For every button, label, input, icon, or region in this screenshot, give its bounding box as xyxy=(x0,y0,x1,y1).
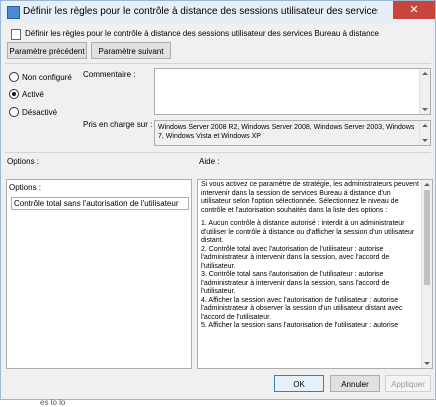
help-title: Aide : xyxy=(199,157,220,166)
radio-label-enabled: Activé xyxy=(22,90,44,99)
radio-enabled[interactable]: Activé xyxy=(9,89,44,99)
scroll-down-icon[interactable] xyxy=(424,362,430,365)
cancel-button[interactable]: Annuler xyxy=(330,375,380,392)
background-window-text: es lo lo xyxy=(40,398,66,407)
radio-button-icon[interactable] xyxy=(9,72,19,82)
radio-label-not-configured: Non configuré xyxy=(22,73,72,82)
options-panel: Options : Contrôle total sans l'autorisa… xyxy=(6,179,192,369)
ok-button[interactable]: OK xyxy=(274,375,324,392)
title-bar[interactable]: Définir les règles pour le contrôle à di… xyxy=(1,1,435,23)
supported-on-label: Pris en charge sur : xyxy=(83,120,153,129)
control-level-dropdown[interactable]: Contrôle total sans l'autorisation de l'… xyxy=(11,197,189,210)
scroll-up-icon[interactable] xyxy=(422,72,428,75)
next-setting-button[interactable]: Paramètre suivant xyxy=(91,42,171,59)
radio-not-configured[interactable]: Non configuré xyxy=(9,72,72,82)
section-divider xyxy=(5,152,431,153)
help-item: 5. Afficher la session sans l'autorisati… xyxy=(201,322,399,329)
options-title: Options : xyxy=(7,157,40,166)
comment-scrollbar[interactable] xyxy=(419,69,430,114)
policy-name: Définir les règles pour le contrôle à di… xyxy=(25,29,379,38)
help-item: 3. Contrôle total sans l'autorisation de… xyxy=(201,271,390,295)
help-item: 4. Afficher la session avec l'autorisati… xyxy=(201,296,403,321)
policy-dialog: Définir les règles pour le contrôle à di… xyxy=(0,0,436,400)
header-divider xyxy=(5,63,431,64)
supported-scrollbar[interactable] xyxy=(419,121,430,145)
scroll-up-icon[interactable] xyxy=(422,124,428,127)
apply-button[interactable]: Appliquer xyxy=(385,375,431,392)
supported-on-field: Windows Server 2008 R2, Windows Server 2… xyxy=(154,120,431,146)
window-title: Définir les règles pour le contrôle à di… xyxy=(23,6,378,17)
help-item: 2. Contrôle total avec l'autorisation de… xyxy=(201,245,390,270)
radio-label-disabled: Désactivé xyxy=(22,108,58,117)
scroll-down-icon[interactable] xyxy=(422,139,428,142)
radio-button-checked-icon[interactable] xyxy=(9,89,19,99)
supported-on-value: Windows Server 2008 R2, Windows Server 2… xyxy=(158,124,415,140)
help-item: 1. Aucun contrôle à distance autorisé : … xyxy=(201,220,415,244)
close-button[interactable]: ✕ xyxy=(393,1,435,19)
previous-setting-button[interactable]: Paramètre précédent xyxy=(7,42,87,59)
options-panel-header: Options : xyxy=(9,183,42,192)
comment-label: Commentaire : xyxy=(83,70,136,79)
radio-disabled[interactable]: Désactivé xyxy=(9,107,57,117)
radio-button-icon[interactable] xyxy=(9,107,19,117)
scroll-up-icon[interactable] xyxy=(424,183,430,186)
scroll-thumb[interactable] xyxy=(424,190,430,285)
comment-value xyxy=(155,69,430,73)
help-paragraph: Si vous activez ce paramètre de stratégi… xyxy=(201,181,419,214)
control-level-selected: Contrôle total sans l'autorisation de l'… xyxy=(14,199,179,208)
comment-textarea[interactable] xyxy=(154,68,431,115)
help-panel: Si vous activez ce paramètre de stratégi… xyxy=(197,179,433,369)
help-scrollbar[interactable] xyxy=(421,180,432,368)
policy-settings-icon xyxy=(7,6,20,19)
policy-icon xyxy=(11,29,21,40)
scroll-down-icon[interactable] xyxy=(422,108,428,111)
